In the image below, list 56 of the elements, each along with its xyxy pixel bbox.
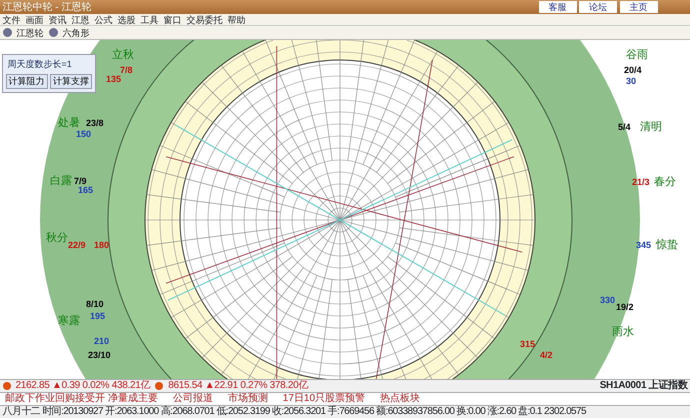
ticker-text: 8615.54 ▲22.91 0.27% 378.20亿 <box>168 380 308 392</box>
calc-button[interactable]: 计算阻力 <box>6 74 48 89</box>
degree-label: 150 <box>76 129 92 139</box>
solar-term-label: 立秋 <box>112 49 134 61</box>
menu-item[interactable]: 江恩 <box>72 14 90 25</box>
solar-term-label: 处暑 <box>58 117 80 129</box>
news-item[interactable]: 热点板块 <box>380 393 420 405</box>
date-label: 8/10 <box>86 299 104 309</box>
menu-item[interactable]: 画面 <box>26 14 44 25</box>
degree-label: 345 <box>636 240 652 250</box>
degree-label: 330 <box>600 295 616 305</box>
solar-term-label: 谷雨 <box>626 49 648 61</box>
news-item[interactable]: 公司报道 <box>172 393 213 405</box>
title-link[interactable]: 客服 <box>538 1 576 13</box>
solar-term-label: 清明 <box>640 121 662 133</box>
menu-item[interactable]: 窗口 <box>164 14 182 25</box>
date-label: 20/4 <box>624 65 642 75</box>
menu-item[interactable]: 工具 <box>140 14 158 25</box>
step-label: 周天度数步长=1 <box>6 58 73 70</box>
date-label: 23/10 <box>88 350 111 360</box>
toolbar-button[interactable]: 江恩轮 <box>16 26 44 40</box>
degree-label: 180 <box>94 240 110 250</box>
date-label: 7/8 <box>120 65 133 75</box>
title-link[interactable]: 论坛 <box>579 1 617 13</box>
title-link[interactable]: 主页 <box>620 1 658 13</box>
solar-term-label: 寒露 <box>58 315 80 327</box>
news-item[interactable]: 邮政下作业回购接受开 净量成主要 <box>5 393 158 405</box>
index-name: SH1A0001 上证指数 <box>600 380 688 392</box>
degree-label: 30 <box>626 76 636 86</box>
window-title: 江恩轮中轮 - 江恩轮 <box>2 0 92 14</box>
menu-item[interactable]: 选股 <box>118 14 136 25</box>
status-text: 八月十二 时间:20130927 开:2063.1000 高:2068.0701 低:2052.3199 收:2056.3201 手:7669456 额:60338937856.00 换:0.00 涨:2.60 盘:0.1 2302.0575 <box>2 406 586 418</box>
degree-label: 210 <box>94 336 110 346</box>
date-label: 23/8 <box>86 118 104 128</box>
menu-item[interactable]: 公式 <box>94 14 112 25</box>
menu-item[interactable]: 资讯 <box>48 14 66 25</box>
date-label: 7/9 <box>74 176 87 186</box>
solar-term-label: 秋分 <box>46 232 68 244</box>
degree-label: 315 <box>520 339 536 349</box>
calc-button[interactable]: 计算支撑 <box>50 74 92 89</box>
menu-item[interactable]: 帮助 <box>228 14 246 25</box>
solar-term-label: 白露 <box>50 175 72 187</box>
degree-label: 165 <box>78 185 94 195</box>
menu-item[interactable]: 交易委托 <box>186 14 222 25</box>
date-label: 4/2 <box>540 350 553 360</box>
news-item[interactable]: 市场预测 <box>228 393 268 405</box>
toolbar-button[interactable]: 六角形 <box>62 26 90 40</box>
news-item[interactable]: 17日10只股票预警 <box>282 393 366 405</box>
solar-term-label: 惊蛰 <box>656 239 678 251</box>
solar-term-label: 春分 <box>654 176 676 188</box>
degree-label: 195 <box>90 311 106 321</box>
degree-label: 135 <box>106 74 122 84</box>
date-label: 22/9 <box>68 240 86 250</box>
menu-item[interactable]: 文件 <box>2 14 20 25</box>
date-label: 21/3 <box>632 177 650 187</box>
ticker-text: 2162.85 ▲0.39 0.02% 438.21亿 <box>16 380 150 392</box>
